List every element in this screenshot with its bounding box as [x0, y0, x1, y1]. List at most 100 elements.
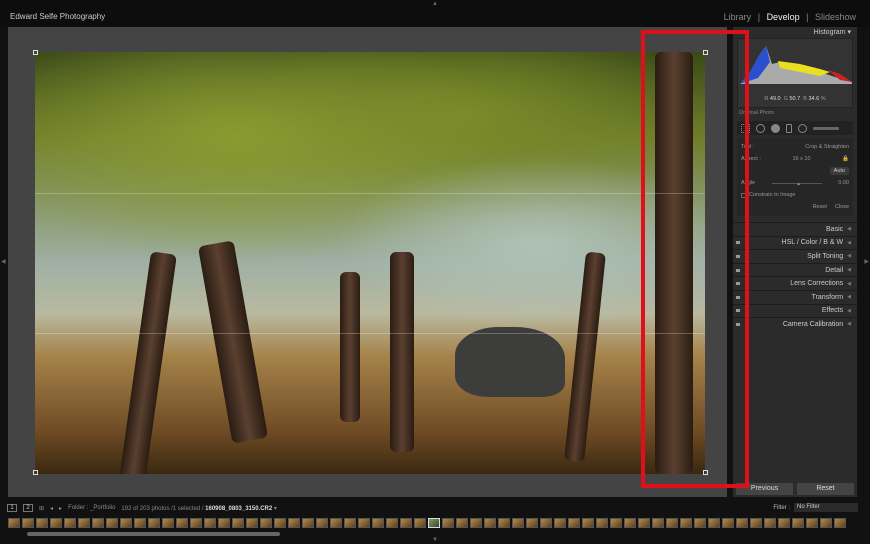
graduated-filter-icon[interactable]: [786, 123, 792, 133]
expand-left-panel-icon[interactable]: ◀: [1, 258, 6, 265]
filmstrip-thumbnail[interactable]: [400, 518, 412, 528]
filmstrip-thumbnail[interactable]: [428, 518, 440, 528]
filmstrip-thumbnail[interactable]: [50, 518, 62, 528]
filmstrip-thumbnail[interactable]: [260, 518, 272, 528]
module-library[interactable]: Library: [724, 12, 752, 22]
filmstrip-thumbnail[interactable]: [596, 518, 608, 528]
filmstrip-thumbnail[interactable]: [512, 518, 524, 528]
collapse-right-panel-icon[interactable]: ▶: [864, 258, 869, 265]
filmstrip-thumbnail[interactable]: [36, 518, 48, 528]
collapse-bottom-icon[interactable]: ▼: [432, 537, 438, 543]
filmstrip-thumbnail[interactable]: [722, 518, 734, 528]
filmstrip-thumbnail[interactable]: [92, 518, 104, 528]
filmstrip-thumbnail[interactable]: [540, 518, 552, 528]
section-detail[interactable]: Detail ◀: [733, 262, 857, 277]
adjustment-brush-icon[interactable]: [813, 126, 839, 130]
filmstrip-thumbnail[interactable]: [498, 518, 510, 528]
filmstrip-thumbnail[interactable]: [638, 518, 650, 528]
section-camera-calibration[interactable]: Camera Calibration ◀: [733, 317, 857, 331]
filmstrip-thumbnail[interactable]: [106, 518, 118, 528]
filmstrip-thumbnail[interactable]: [330, 518, 342, 528]
filmstrip-thumbnail[interactable]: [750, 518, 762, 528]
filmstrip-thumbnail[interactable]: [568, 518, 580, 528]
filmstrip-thumbnail[interactable]: [22, 518, 34, 528]
slider-thumb[interactable]: ▲: [797, 181, 801, 186]
filmstrip-thumbnail[interactable]: [316, 518, 328, 528]
auto-button[interactable]: Auto: [829, 167, 849, 175]
crop-reset-button[interactable]: Reset: [813, 204, 827, 210]
original-photo-label[interactable]: Original Photo: [733, 108, 857, 118]
back-icon[interactable]: ◂: [50, 505, 53, 512]
crop-handle[interactable]: [33, 50, 38, 55]
filmstrip-thumbnail[interactable]: [344, 518, 356, 528]
filmstrip-thumbnail[interactable]: [764, 518, 776, 528]
filmstrip-thumbnail[interactable]: [470, 518, 482, 528]
filmstrip-thumbnail[interactable]: [246, 518, 258, 528]
filmstrip-thumbnail[interactable]: [484, 518, 496, 528]
filmstrip-thumbnail[interactable]: [778, 518, 790, 528]
filmstrip-thumbnail[interactable]: [386, 518, 398, 528]
filmstrip-thumbnail[interactable]: [610, 518, 622, 528]
histogram-header[interactable]: Histogram ▾: [733, 27, 857, 38]
filmstrip-thumbnail[interactable]: [834, 518, 846, 528]
secondary-window-button[interactable]: 2: [23, 504, 33, 512]
filmstrip-thumbnail[interactable]: [806, 518, 818, 528]
filmstrip-thumbnail[interactable]: [176, 518, 188, 528]
crop-handle[interactable]: [33, 470, 38, 475]
grid-icon[interactable]: ⊞: [39, 505, 44, 512]
filmstrip-thumbnail[interactable]: [288, 518, 300, 528]
filmstrip-thumbnail[interactable]: [120, 518, 132, 528]
section-hsl[interactable]: HSL / Color / B & W ◀: [733, 235, 857, 250]
section-effects[interactable]: Effects ◀: [733, 303, 857, 318]
filmstrip-thumbnail[interactable]: [148, 518, 160, 528]
filmstrip-thumbnail[interactable]: [64, 518, 76, 528]
module-slideshow[interactable]: Slideshow: [815, 12, 856, 22]
angle-value[interactable]: 0.00: [838, 180, 849, 186]
filmstrip-thumbnail[interactable]: [190, 518, 202, 528]
section-transform[interactable]: Transform ◀: [733, 289, 857, 304]
forward-icon[interactable]: ▸: [59, 505, 62, 512]
filmstrip-thumbnail[interactable]: [652, 518, 664, 528]
filmstrip-thumbnail[interactable]: [820, 518, 832, 528]
filmstrip-thumbnail[interactable]: [792, 518, 804, 528]
filmstrip-thumbnail[interactable]: [694, 518, 706, 528]
filmstrip-thumbnail[interactable]: [372, 518, 384, 528]
filmstrip-thumbnail[interactable]: [442, 518, 454, 528]
reset-button[interactable]: Reset: [797, 483, 854, 495]
radial-filter-icon[interactable]: [798, 123, 807, 133]
primary-window-button[interactable]: 1: [7, 504, 17, 512]
filmstrip-thumbnail[interactable]: [666, 518, 678, 528]
filmstrip-thumbnail[interactable]: [414, 518, 426, 528]
filmstrip-thumbnail[interactable]: [526, 518, 538, 528]
filmstrip-thumbnail[interactable]: [554, 518, 566, 528]
image-canvas[interactable]: [8, 27, 727, 497]
filmstrip-thumbnail[interactable]: [736, 518, 748, 528]
filmstrip-thumbnail[interactable]: [456, 518, 468, 528]
filmstrip-thumbnail[interactable]: [302, 518, 314, 528]
filmstrip-thumbnail[interactable]: [218, 518, 230, 528]
collapse-top-icon[interactable]: ▲: [432, 1, 438, 7]
lock-icon[interactable]: 🔒: [842, 156, 849, 162]
filmstrip-thumbnail[interactable]: [8, 518, 20, 528]
red-eye-icon[interactable]: [771, 123, 780, 133]
filmstrip-thumbnail[interactable]: [680, 518, 692, 528]
filmstrip-thumbnail[interactable]: [162, 518, 174, 528]
section-basic[interactable]: Basic ◀: [733, 222, 857, 236]
filter-select[interactable]: No Filter: [794, 503, 858, 512]
filmstrip-thumbnail[interactable]: [358, 518, 370, 528]
filmstrip-thumbnail[interactable]: [274, 518, 286, 528]
filmstrip-thumbnail[interactable]: [708, 518, 720, 528]
section-lens-corrections[interactable]: Lens Corrections ◀: [733, 276, 857, 290]
spot-removal-icon[interactable]: [756, 123, 765, 133]
crop-close-button[interactable]: Close: [835, 204, 849, 210]
filmstrip-thumbnail[interactable]: [232, 518, 244, 528]
module-develop[interactable]: Develop: [767, 12, 800, 22]
aspect-select[interactable]: 16 x 10: [792, 156, 810, 162]
filmstrip-thumbnail[interactable]: [134, 518, 146, 528]
filmstrip-thumbnail[interactable]: [78, 518, 90, 528]
filmstrip-scrollbar[interactable]: [27, 532, 280, 536]
photo-count[interactable]: 192 of 203 photos /1 selected / 160908_0…: [121, 505, 276, 512]
filmstrip-thumbnail[interactable]: [582, 518, 594, 528]
folder-source[interactable]: Folder : _Portfolio: [68, 505, 115, 511]
filmstrip-thumbnail[interactable]: [624, 518, 636, 528]
